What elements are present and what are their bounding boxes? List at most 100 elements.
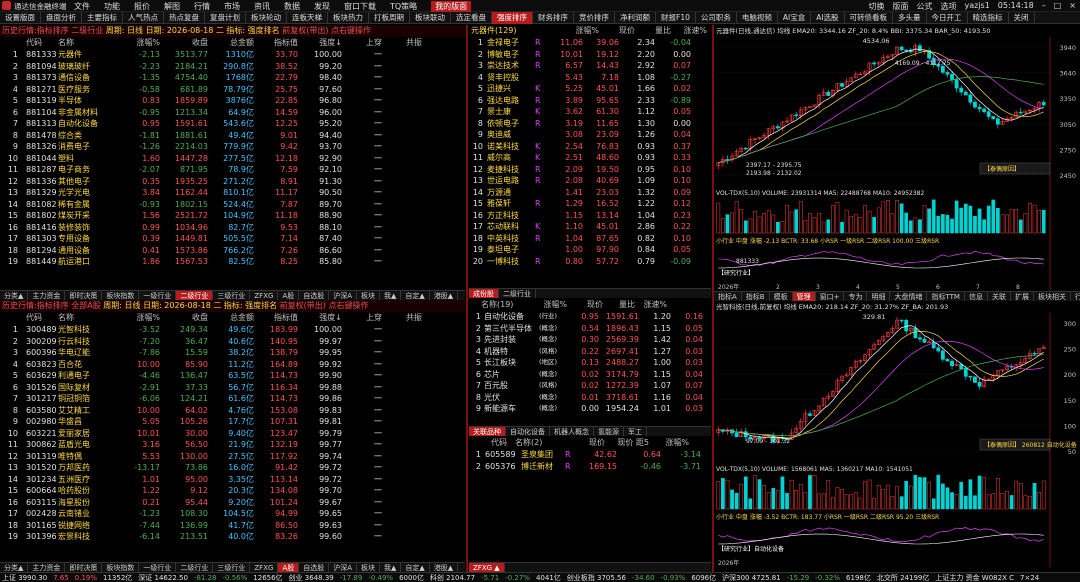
chart-tab[interactable]: 关联 bbox=[988, 292, 1011, 301]
user-name[interactable]: yazjs1 bbox=[964, 1, 989, 12]
table-row[interactable]: 6 301526 国际复材 -2.91 37.33 56.7亿 116.34 99.88 一 bbox=[0, 382, 465, 394]
bottom-tab[interactable]: 我▲ bbox=[380, 563, 402, 572]
table-row[interactable]: 12 麦捷科技 R 2.09 19.50 0.95 0.10 bbox=[469, 164, 711, 176]
table-row[interactable]: 17 芯动联科 K 1.10 45.01 2.86 0.22 bbox=[469, 221, 711, 233]
column-header[interactable]: 涨速% bbox=[671, 25, 707, 37]
column-header[interactable]: 名称 bbox=[58, 312, 122, 324]
column-header[interactable]: 上穿 bbox=[342, 37, 382, 49]
table-row[interactable]: 16 603115 海星股份 0.21 95.44 9.20亿 101.24 99.67 一 bbox=[0, 497, 465, 509]
table-row[interactable]: 9 新能源车 (概念) 0.00 1954.24 1.01 0.03 bbox=[469, 403, 711, 415]
bottom-tab[interactable]: A股 bbox=[278, 291, 300, 300]
column-header[interactable]: 代码 bbox=[18, 37, 58, 49]
chart-tab[interactable]: 模板 bbox=[770, 292, 793, 301]
table-row[interactable]: 2 博敏电子 R 10.01 19.12 2.20 0.00 bbox=[469, 49, 711, 61]
top-tab[interactable]: 盘面分析 bbox=[41, 12, 82, 24]
table-row[interactable]: 5 迅捷兴 K 5.25 45.01 1.66 0.02 bbox=[469, 83, 711, 95]
table-row[interactable]: 4 机器特 (风格) 0.22 2697.41 1.27 0.03 bbox=[469, 346, 711, 358]
table-row[interactable]: 18 中英科技 R 1.04 87.65 0.82 0.10 bbox=[469, 233, 711, 245]
menu-item[interactable]: 我的版面 bbox=[431, 1, 472, 12]
column-header[interactable]: 收盘 bbox=[160, 312, 208, 324]
table-row[interactable]: 1 605589 圣泉集团 R 42.62 0.64 -3.14 bbox=[469, 449, 711, 461]
mid2-tab[interactable]: 军工 bbox=[624, 427, 647, 436]
table-row[interactable]: 19 301396 宏景科技 -6.14 213.51 40.0亿 83.26 99.60 一 bbox=[0, 531, 465, 543]
column-header[interactable]: 现价 距5日% bbox=[605, 437, 649, 449]
chart-tab[interactable]: 专为 bbox=[844, 292, 868, 301]
table-row[interactable]: 7 881313 自动化设备 0.95 1591.61 543.6亿 12.25 95.20 一 bbox=[0, 118, 465, 130]
menu-item[interactable]: 解图 bbox=[164, 1, 180, 12]
menu-item[interactable]: 行情 bbox=[194, 1, 210, 12]
table-row[interactable]: 19 881449 航运港口 1.86 1567.53 82.5亿 8.25 85.80 一 bbox=[0, 256, 465, 268]
bottom-tab[interactable]: 港股▲ bbox=[430, 291, 459, 300]
bottom-tab[interactable]: 我▲ bbox=[380, 291, 402, 300]
table-row[interactable]: 13 301520 万邦医药 -13.17 73.86 16.0亿 91.42 99.72 一 bbox=[0, 462, 465, 474]
column-header[interactable]: 强度↓ bbox=[298, 37, 342, 49]
table-row[interactable]: 12 301319 唯特偶 5.53 130.00 27.5亿 117.92 99.74 一 bbox=[0, 451, 465, 463]
table-row[interactable]: 18 881294 通用设备 0.41 1573.86 766.2亿 7.26 86.60 一 bbox=[0, 245, 465, 257]
chart-tab[interactable]: 信息 bbox=[965, 292, 988, 301]
bottom-tab[interactable]: 主力资金 bbox=[28, 291, 66, 300]
chart-tab[interactable]: 指标A bbox=[714, 292, 742, 301]
bottom-tab[interactable]: 一级行业 bbox=[139, 563, 177, 572]
column-header[interactable]: 强度↓ bbox=[298, 312, 342, 324]
top-tab[interactable]: 精选指标 bbox=[968, 12, 1009, 24]
column-header[interactable]: 总金额 bbox=[208, 37, 254, 49]
top-tab[interactable]: 多头量 bbox=[893, 12, 927, 24]
bottom-tab[interactable]: 自选股 bbox=[299, 291, 330, 300]
chart-tab[interactable]: 扩展 bbox=[1011, 292, 1034, 301]
table-row[interactable]: 6 强达电路 R 3.89 95.65 2.33 -0.89 bbox=[469, 95, 711, 107]
sector-kline-chart[interactable]: 元器件(日线,通达信) 均线 EMA20: 3344.16 ZF_20: 8.4… bbox=[714, 25, 1080, 291]
table-row[interactable]: 1 300489 光智科技 -3.52 249.34 49.6亿 183.99 100.00 一 bbox=[0, 324, 465, 336]
column-header[interactable]: 指标值 bbox=[254, 37, 298, 49]
bottom-tab[interactable]: 一级行业 bbox=[139, 291, 177, 300]
menu-item[interactable]: TQ策略 bbox=[390, 1, 417, 12]
column-header[interactable]: 共振 bbox=[382, 37, 422, 49]
table-row[interactable]: 17 002428 云南锗业 -1.23 108.30 104.5亿 94.99 99.65 一 bbox=[0, 508, 465, 520]
title-menu-item[interactable]: 切换 bbox=[868, 1, 884, 12]
minimize-icon[interactable]: – bbox=[1042, 1, 1046, 12]
chart-tab[interactable]: 指标TTM bbox=[927, 292, 965, 301]
column-header[interactable]: 量比 bbox=[603, 299, 635, 311]
close-icon[interactable]: × bbox=[1069, 1, 1076, 12]
top-tab[interactable]: 竞价排序 bbox=[574, 12, 615, 24]
column-header[interactable]: 涨速% bbox=[635, 299, 667, 311]
top-tab[interactable]: 关闭 bbox=[1009, 12, 1035, 24]
table-row[interactable]: 2 881094 玻璃玻纤 -2.23 2184.21 290.8亿 38.52 99.20 一 bbox=[0, 61, 465, 73]
column-header[interactable]: 指标值 bbox=[254, 312, 298, 324]
table-row[interactable]: 6 芯片 (概念) 0.02 3174.79 1.15 0.04 bbox=[469, 369, 711, 381]
title-menu-item[interactable]: 公式 bbox=[916, 1, 932, 12]
table-row[interactable]: 18 301165 锐捷网络 -7.44 136.99 41.7亿 86.50 99.63 一 bbox=[0, 520, 465, 532]
top-tab[interactable]: 设置版面 bbox=[0, 12, 41, 24]
stock-kline-chart[interactable]: 光智科技(日线,前复权) 均线 EMA20: 218.14 ZF_20: 31.… bbox=[714, 301, 1080, 572]
column-header[interactable]: 代码 bbox=[18, 312, 58, 324]
table-row[interactable]: 14 881082 稀有金属 -0.93 1802.15 524.4亿 7.87 89.70 一 bbox=[0, 199, 465, 211]
top-tab[interactable]: 人气热点 bbox=[123, 12, 164, 24]
table-row[interactable]: 1 881333 元器件 -2.13 3513.77 1310亿 33.70 100.00 一 bbox=[0, 49, 465, 61]
table-row[interactable]: 8 881478 综合类 -1.81 1881.61 49.4亿 9.01 94.40 一 bbox=[0, 130, 465, 142]
table-row[interactable]: 11 300862 蓝盾光电 3.16 56.50 21.9亿 132.19 99.77 一 bbox=[0, 439, 465, 451]
bottom-tab[interactable]: ZFXG bbox=[250, 563, 279, 572]
table-row[interactable]: 11 881287 电子商务 -2.07 871.95 78.9亿 7.59 92.10 一 bbox=[0, 164, 465, 176]
table-row[interactable]: 7 景士康 K 3.62 61.30 1.12 0.05 bbox=[469, 106, 711, 118]
mid2-tab[interactable]: 关联品种 bbox=[469, 427, 506, 436]
column-header[interactable]: 量比 bbox=[635, 25, 671, 37]
bottom-tab[interactable]: 板块 bbox=[357, 291, 381, 300]
table-row[interactable]: 5 881319 半导体 0.83 1859.89 3876亿 22.85 96.80 一 bbox=[0, 95, 465, 107]
menu-item[interactable]: 发现 bbox=[314, 1, 330, 12]
table-row[interactable]: 10 881044 塑料 1.60 1447.28 277.5亿 12.18 92.90 一 bbox=[0, 153, 465, 165]
title-menu-item[interactable]: 选项 bbox=[940, 1, 956, 12]
column-header[interactable]: 涨幅% bbox=[122, 37, 160, 49]
table-row[interactable]: 15 881802 煤炭开采 1.56 2521.72 104.9亿 11.18 88.90 一 bbox=[0, 210, 465, 222]
chart-tab[interactable]: 大盘情绪 bbox=[890, 292, 928, 301]
table-row[interactable]: 1 自动化设备 (行业) 0.95 1591.61 1.20 0.16 bbox=[469, 311, 711, 323]
top-tab[interactable]: AI宝盒 bbox=[778, 12, 812, 24]
table-row[interactable]: 2 300209 行云科技 -7.20 36.47 40.6亿 140.95 99.97 一 bbox=[0, 336, 465, 348]
mid1-tab[interactable]: 成份股 bbox=[469, 289, 499, 298]
mid2-tab[interactable]: 氢能源 bbox=[594, 427, 624, 436]
column-header[interactable]: 上穿 bbox=[342, 312, 382, 324]
column-header[interactable]: 现价 bbox=[565, 437, 605, 449]
bottom-tab[interactable]: ZFXG bbox=[250, 291, 279, 300]
column-header[interactable]: 名称 bbox=[58, 37, 122, 49]
top-tab[interactable]: 热点复盘 bbox=[164, 12, 205, 24]
column-header[interactable]: 共振 bbox=[382, 312, 422, 324]
table-row[interactable]: 3 先进封装 (概念) 0.30 2569.39 1.42 0.04 bbox=[469, 334, 711, 346]
